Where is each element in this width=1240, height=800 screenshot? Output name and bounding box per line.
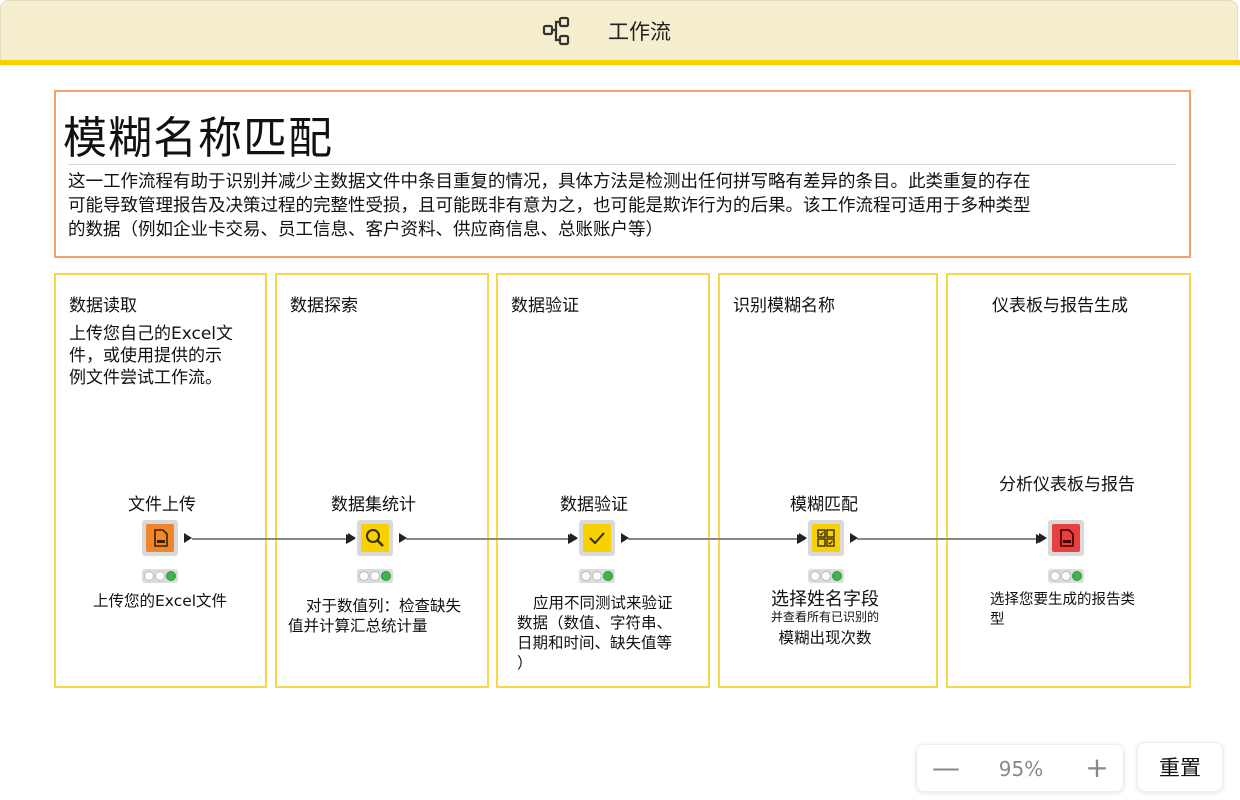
stage-description: 上传您自己的Excel文 件，或使用提供的示 例文件尝试工作流。 bbox=[69, 323, 254, 389]
file-upload-node[interactable] bbox=[142, 520, 192, 556]
status-dot-executed bbox=[166, 571, 176, 581]
node-caption: 选择姓名字段 并查看所有已识别的 模糊出现次数 bbox=[760, 590, 890, 648]
stage-title: 仪表板与报告生成 bbox=[992, 296, 1128, 316]
caption-line: 数据（数值、字符串、 bbox=[517, 614, 673, 632]
stage-text-line: 件，或使用提供的示 bbox=[69, 346, 222, 366]
node-status-traffic-light bbox=[808, 569, 844, 583]
input-port[interactable] bbox=[1039, 533, 1047, 543]
stage-data-reading: 数据读取 上传您自己的Excel文 件，或使用提供的示 例文件尝试工作流。 bbox=[54, 273, 267, 688]
node-label[interactable]: 数据验证 bbox=[560, 490, 628, 515]
node-status-traffic-light bbox=[579, 569, 615, 583]
workflow-title: 模糊名称匹配 bbox=[63, 113, 333, 164]
input-port[interactable] bbox=[799, 533, 807, 543]
status-dot bbox=[810, 571, 820, 581]
dashboard-report-node[interactable] bbox=[1039, 520, 1084, 556]
node-label[interactable]: 文件上传 bbox=[128, 490, 196, 515]
node-status-traffic-light bbox=[357, 569, 393, 583]
output-port[interactable] bbox=[399, 533, 407, 543]
zoom-in-button[interactable]: + bbox=[1083, 754, 1111, 783]
zoom-level: 95% bbox=[998, 757, 1044, 781]
caption-line: 选择您要生成的报告类 bbox=[990, 592, 1135, 608]
caption-line: 选择姓名字段 bbox=[771, 589, 879, 610]
output-port[interactable] bbox=[621, 533, 629, 543]
status-dot bbox=[821, 571, 831, 581]
status-dot bbox=[359, 571, 369, 581]
reset-button[interactable]: 重置 bbox=[1137, 742, 1223, 792]
status-dot bbox=[592, 571, 602, 581]
caption-line: 型 bbox=[990, 612, 1005, 628]
header-accent-line bbox=[0, 60, 1240, 65]
description-line: 这一工作流程有助于识别并减少主数据文件中条目重复的情况，具体方法是检测出任何拼写… bbox=[68, 172, 1031, 192]
status-dot bbox=[1050, 571, 1060, 581]
node-caption: 对于数值列：检查缺失 值并计算汇总统计量 bbox=[288, 596, 461, 636]
data-validation-node[interactable] bbox=[570, 520, 629, 556]
description-annotation: 模糊名称匹配 这一工作流程有助于识别并减少主数据文件中条目重复的情况，具体方法是… bbox=[54, 90, 1191, 258]
status-dot-executed bbox=[381, 571, 391, 581]
caption-line: 对于数值列：检查缺失 bbox=[306, 597, 462, 615]
node-label[interactable]: 模糊匹配 bbox=[790, 490, 858, 515]
input-port[interactable] bbox=[348, 533, 356, 543]
node-status-traffic-light bbox=[1048, 569, 1084, 583]
node-caption: 应用不同测试来验证 数据（数值、字符串、 日期和时间、缺失值等 ） bbox=[517, 593, 673, 673]
caption-line: 模糊出现次数 bbox=[778, 629, 872, 647]
excel-file-icon bbox=[154, 529, 168, 547]
node-status-traffic-light bbox=[142, 569, 178, 583]
stage-title: 数据读取 bbox=[69, 296, 137, 316]
caption-line: 日期和时间、缺失值等 bbox=[517, 634, 673, 652]
node-body bbox=[361, 524, 389, 552]
caption-line: 应用不同测试来验证 bbox=[533, 594, 673, 612]
checkmark-icon bbox=[589, 532, 605, 545]
description-line: 可能导致管理报告及决策过程的完整性受损，且可能既非有意为之，也可能是欺诈行为的后… bbox=[68, 196, 1031, 216]
stage-title: 识别模糊名称 bbox=[733, 296, 835, 316]
header-title: 工作流 bbox=[608, 20, 671, 44]
node-label[interactable]: 数据集统计 bbox=[331, 490, 416, 515]
caption-line: ） bbox=[517, 654, 533, 672]
input-port[interactable] bbox=[570, 533, 578, 543]
node-caption: 上传您的Excel文件 bbox=[93, 591, 227, 611]
caption-line: 上传您的Excel文件 bbox=[93, 592, 228, 610]
status-dot-executed bbox=[1072, 571, 1082, 581]
fuzzy-matching-node[interactable] bbox=[799, 520, 858, 556]
zoom-out-button[interactable]: — bbox=[932, 754, 960, 783]
status-dot bbox=[370, 571, 380, 581]
connection-line[interactable] bbox=[192, 538, 352, 540]
connection-line[interactable] bbox=[406, 538, 574, 540]
caption-line: 值并计算汇总统计量 bbox=[288, 617, 428, 635]
connection-line[interactable] bbox=[857, 538, 1042, 540]
description-line: 的数据（例如企业卡交易、员工信息、客户资料、供应商信息、总账账户等） bbox=[68, 220, 663, 240]
node-body bbox=[1052, 524, 1080, 552]
zoom-controls: — 95% + bbox=[916, 744, 1124, 792]
connection-line[interactable] bbox=[628, 538, 803, 540]
dataset-statistics-node[interactable] bbox=[348, 520, 407, 556]
node-label[interactable]: 分析仪表板与报告 bbox=[999, 470, 1135, 495]
node-body bbox=[146, 524, 174, 552]
grid-check-icon bbox=[817, 529, 835, 547]
output-port[interactable] bbox=[850, 533, 858, 543]
output-port[interactable] bbox=[184, 533, 192, 543]
stage-title: 数据验证 bbox=[511, 296, 579, 316]
stage-text-line: 例文件尝试工作流。 bbox=[69, 368, 222, 388]
stage-text-line: 上传您自己的Excel文 bbox=[69, 324, 234, 344]
title-divider bbox=[68, 164, 1176, 165]
caption-line: 并查看所有已识别的 bbox=[770, 610, 879, 624]
status-dot bbox=[155, 571, 165, 581]
node-caption: 选择您要生成的报告类 型 bbox=[990, 590, 1135, 630]
report-file-icon bbox=[1060, 529, 1074, 547]
status-dot bbox=[1061, 571, 1071, 581]
magnifier-icon bbox=[366, 529, 384, 547]
node-body bbox=[583, 524, 611, 552]
node-body bbox=[812, 524, 840, 552]
status-dot-executed bbox=[603, 571, 613, 581]
status-dot bbox=[144, 571, 154, 581]
status-dot bbox=[581, 571, 591, 581]
workflow-icon bbox=[542, 16, 570, 46]
stage-title: 数据探索 bbox=[290, 296, 358, 316]
status-dot-executed bbox=[832, 571, 842, 581]
workflow-description: 这一工作流程有助于识别并减少主数据文件中条目重复的情况，具体方法是检测出任何拼写… bbox=[68, 170, 1180, 242]
